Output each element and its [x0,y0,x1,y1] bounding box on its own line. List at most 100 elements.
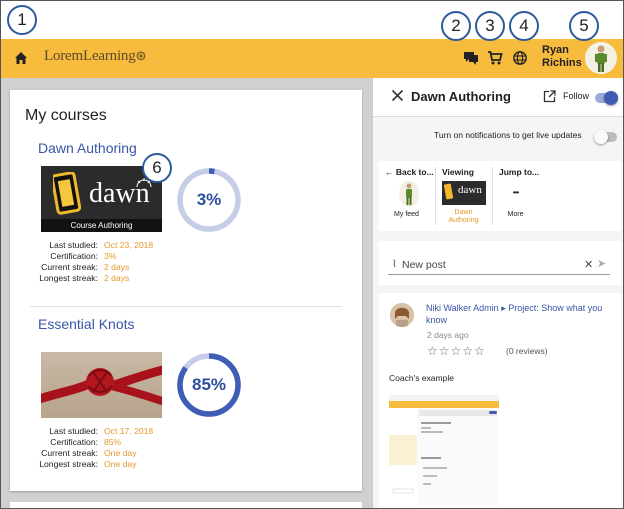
viewing-label-line1: Dawn [454,209,473,216]
tablet-logo-icon [53,172,81,215]
back-arrow-icon: ← [385,167,396,177]
home-icon[interactable] [13,50,29,66]
user-first-name: Ryan [542,44,569,56]
callout-5: 5 [569,11,599,41]
stat-row: Certification: 85% [30,437,153,448]
attachment-icon[interactable]: ⌇ [392,259,397,270]
thumbnail-caption: Course Authoring [41,219,162,232]
back-to-heading: ← Back to... [385,167,434,177]
next-card-edge [10,502,362,508]
course-title-essential-knots[interactable]: Essential Knots [38,316,135,332]
course-stats-essential-knots: Last studied: Oct 17, 2018 Certification:… [30,426,153,470]
brand-logo[interactable]: LoremLearning⊛ [44,48,146,65]
top-bar: LoremLearning⊛ Ryan Richins [1,39,623,78]
stat-key: Certification: [50,251,98,261]
course-thumbnail-essential-knots[interactable] [41,352,162,418]
course-title-dawn-authoring[interactable]: Dawn Authoring [38,140,137,156]
stat-row: Longest streak: 2 days [30,273,153,284]
panel-header: Dawn Authoring Follow [373,78,623,117]
viewing-heading: Viewing [442,167,474,177]
stat-row: Last studied: Oct 17, 2018 [30,426,153,437]
rope-knot-image [41,365,162,406]
star-rating[interactable]: ☆☆☆☆☆ [427,344,486,358]
callout-4: 4 [509,11,539,41]
stat-row: Longest streak: One day [30,459,153,470]
chat-icon[interactable] [463,50,479,66]
stat-key: Last studied: [49,240,98,250]
viewing-course[interactable]: Viewing dawn Dawn Authoring [436,161,491,226]
notifications-text: Turn on notifications to get live update… [434,130,582,140]
stat-value: One day [104,459,137,469]
stat-row: Current streak: One day [30,448,153,459]
callout-3: 3 [475,11,505,41]
stat-key: Longest streak: [39,273,98,283]
post-timestamp: 2 days ago [427,330,469,340]
jump-to-heading: Jump to... [499,167,540,177]
notifications-toggle[interactable] [594,130,617,144]
close-icon[interactable] [391,89,404,102]
author-name-link[interactable]: Niki Walker Admin [426,303,499,313]
stat-value: Oct 23, 2018 [104,240,154,250]
progress-label: 85% [191,375,227,394]
avatar[interactable] [585,42,617,74]
cart-icon[interactable] [487,50,503,66]
stat-key: Current streak: [41,262,98,272]
progress-label: 3% [196,190,222,209]
person-figure-icon [595,45,607,72]
stat-row: Certification: 3% [30,251,153,262]
post-screenshot-preview[interactable] [389,395,499,505]
progress-donut-essential-knots: 85% [175,351,243,419]
follow-toggle[interactable] [595,91,618,105]
notifications-row: Turn on notifications to get live update… [373,122,623,147]
stat-value: Oct 17, 2018 [104,426,154,436]
callout-2: 2 [441,11,471,41]
toggle-knob [594,130,608,144]
my-courses-card: My courses Dawn Authoring dawn Course Au… [10,90,362,491]
clear-post-icon[interactable]: ✕ [584,258,593,271]
course-divider [30,306,342,307]
new-post-input[interactable]: ⌇ New post ✕ ➤ [388,257,610,275]
my-courses-title: My courses [25,107,107,124]
course-stats-dawn-authoring: Last studied: Oct 23, 2018 Certification:… [30,240,153,284]
person-figure-icon [406,183,412,205]
user-last-name: Richins [542,57,582,69]
stat-row: Current streak: 2 days [30,262,153,273]
viewing-thumb-word: dawn [458,184,482,196]
app-frame: 1 2 3 4 5 6 LoremLearning⊛ Ryan Richins … [0,0,624,509]
globe-icon[interactable] [512,50,528,66]
brand-mark-icon: ⊛ [135,48,147,63]
stat-value: One day [104,448,137,458]
send-icon[interactable]: ➤ [597,257,606,270]
screenshot-thumbnail [389,395,499,505]
feed-post: Niki Walker Admin ▸ Project: Show what y… [379,293,621,508]
my-feed-label: My feed [394,211,419,218]
post-author-line: Niki Walker Admin ▸ Project: Show what y… [426,302,616,326]
breadcrumb-arrow-icon: ▸ [501,303,506,313]
author-avatar[interactable] [390,303,414,327]
viewing-label: Dawn Authoring [436,209,491,225]
open-external-icon[interactable] [543,90,556,103]
follow-label: Follow [563,91,590,101]
more-dots-icon: ••• [512,188,519,197]
course-side-panel: Dawn Authoring Follow Turn on notificati… [372,78,623,508]
callout-6: 6 [142,153,172,183]
content-area: My courses Dawn Authoring dawn Course Au… [1,78,623,508]
stat-value: 3% [104,251,117,261]
post-body: Coach's example [389,373,454,383]
stat-key: Longest streak: [39,459,98,469]
user-name[interactable]: Ryan Richins [542,44,582,70]
progress-donut-dawn-authoring: 3% [175,166,243,234]
tablet-logo-icon [443,183,454,200]
viewing-thumbnail: dawn [442,181,486,205]
panel-title: Dawn Authoring [411,89,511,104]
brand-name: LoremLearning [44,48,136,64]
context-nav-card: ← Back to... My feed Viewing dawn Dawn A… [379,161,621,231]
stat-value: 2 days [104,273,130,283]
jump-to-more[interactable]: Jump to... ••• More [493,161,553,226]
stat-key: Current streak: [41,448,98,458]
callout-1: 1 [7,5,37,35]
stat-key: Last studied: [49,426,98,436]
back-to-label: Back to... [395,167,434,177]
back-to-feed[interactable]: ← Back to... My feed [379,161,434,226]
new-post-box: ⌇ New post ✕ ➤ [379,241,621,285]
